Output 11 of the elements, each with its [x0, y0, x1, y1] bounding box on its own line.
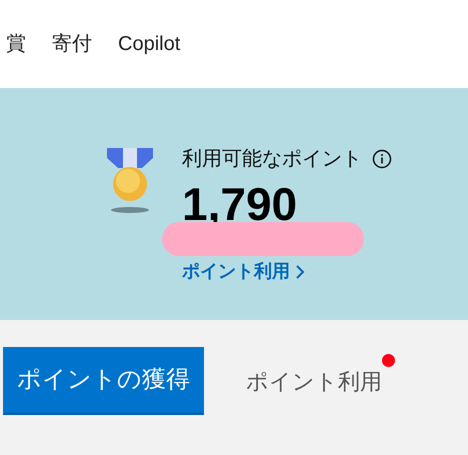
- tab[interactable]: ポイントの獲得: [3, 347, 204, 415]
- nav-link[interactable]: Copilot: [118, 29, 180, 59]
- nav-link[interactable]: 寄付: [52, 29, 92, 59]
- redeem-link[interactable]: ポイント利用: [182, 258, 392, 285]
- medal-icon: [104, 146, 156, 214]
- tab[interactable]: ポイント利用: [246, 347, 382, 415]
- nav-link[interactable]: 賞: [6, 29, 26, 59]
- points-label: 利用可能なポイント: [182, 147, 362, 172]
- points-value: 1,790: [182, 178, 298, 230]
- info-icon[interactable]: [372, 149, 392, 169]
- chevron-icon: [296, 264, 305, 278]
